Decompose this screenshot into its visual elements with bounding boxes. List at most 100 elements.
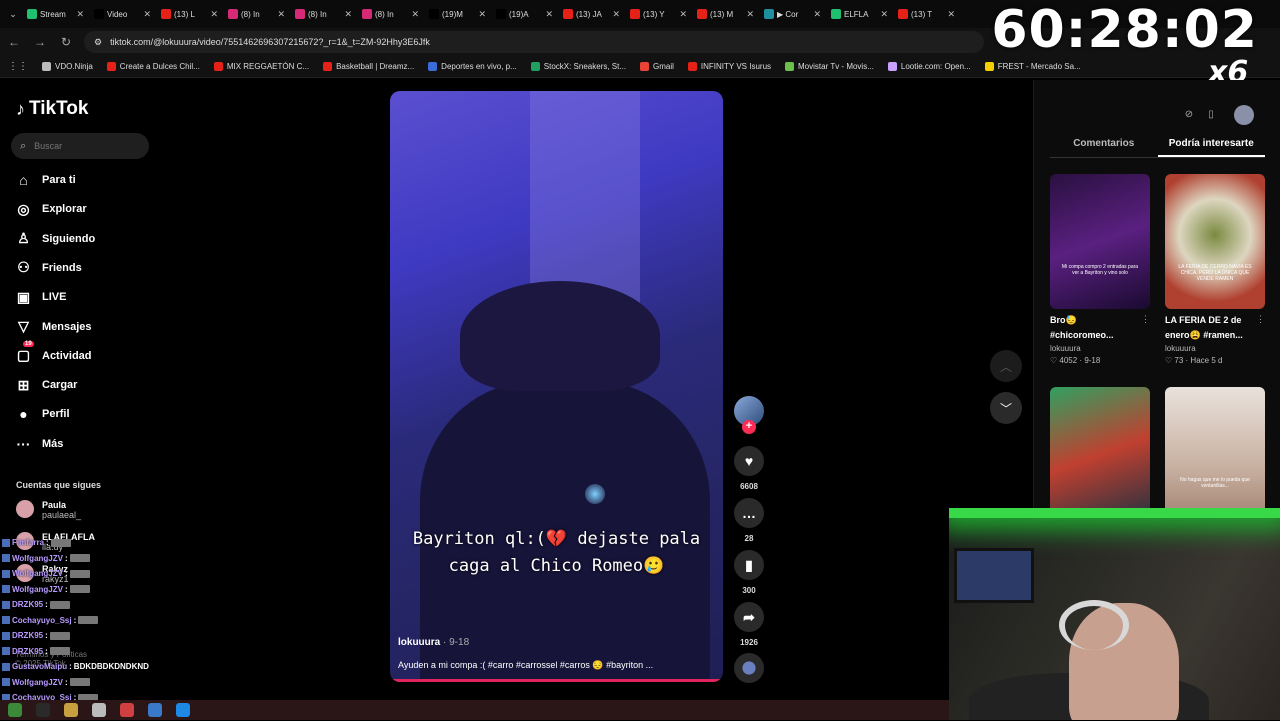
browser-tab[interactable]: ELFLA ✕ — [826, 3, 893, 25]
browser-tab[interactable]: Video ✕ — [89, 3, 156, 25]
browser-tab[interactable]: (8) In ✕ — [290, 3, 357, 25]
sidebar-item-cargar[interactable]: ⊞ Cargar — [15, 374, 77, 396]
taskbar-app-icon[interactable] — [120, 703, 134, 717]
taskbar-app-icon[interactable] — [64, 703, 78, 717]
previous-video-button[interactable]: ︿ — [990, 350, 1022, 382]
browser-tab[interactable]: (8) In ✕ — [223, 3, 290, 25]
search-box[interactable]: ⌕ — [11, 133, 149, 159]
bookmark-item[interactable]: Gmail — [640, 62, 674, 71]
sidebar-item-mensajes[interactable]: ▽ Mensajes — [15, 316, 92, 338]
card-title[interactable]: Bro😓 #chicoromeo... — [1050, 313, 1140, 343]
close-icon[interactable]: ✕ — [880, 9, 888, 20]
sidebar-item-friends[interactable]: ⚇ Friends — [15, 257, 82, 279]
more-options-icon[interactable]: ⋮ — [1141, 314, 1150, 325]
back-icon[interactable]: ← — [6, 35, 22, 49]
following-account[interactable]: Paula paulaeal_ — [16, 500, 81, 520]
browser-tab[interactable]: (19)M ✕ — [424, 3, 491, 25]
browser-tab[interactable]: (8) In ✕ — [357, 3, 424, 25]
browser-tab[interactable]: ▶ Cor ✕ — [759, 3, 826, 25]
card-title[interactable]: LA FERIA DE 2 de enero😩 #ramen... — [1165, 313, 1255, 343]
forward-icon[interactable]: → — [32, 35, 48, 49]
tab-search-chevron-icon[interactable]: ⌄ — [4, 9, 22, 20]
device-icon[interactable]: ▯ — [1202, 105, 1220, 123]
search-input[interactable] — [34, 141, 134, 151]
close-icon[interactable]: ✕ — [277, 9, 285, 20]
close-icon[interactable]: ✕ — [612, 9, 620, 20]
sidebar-item-para-ti[interactable]: ⌂ Para ti — [15, 169, 76, 191]
close-icon[interactable]: ✕ — [411, 9, 419, 20]
sidebar-item-explorar[interactable]: ◎ Explorar — [15, 198, 87, 220]
video-thumbnail[interactable]: LA FERIA DE CERRO NAVIA ES CHICA, PERO L… — [1165, 174, 1265, 309]
video-thumbnail[interactable]: No hagas que me lo pueda que ventanillas… — [1165, 387, 1265, 522]
browser-tab[interactable]: (13) Y ✕ — [625, 3, 692, 25]
close-icon[interactable]: ✕ — [76, 9, 84, 20]
browser-tab[interactable]: (19)A ✕ — [491, 3, 558, 25]
taskbar-app-icon[interactable] — [36, 703, 50, 717]
sidebar-item-más[interactable]: ··· Más — [15, 433, 63, 455]
reload-icon[interactable]: ↻ — [58, 35, 74, 49]
browser-tab[interactable]: (13) T ✕ — [893, 3, 960, 25]
sound-disc-icon[interactable] — [734, 653, 764, 683]
suggested-video-card[interactable]: Mi compa compro 2 entradas para ver a Ba… — [1050, 174, 1150, 365]
close-icon[interactable]: ✕ — [947, 9, 955, 20]
bookmark-item[interactable]: Create a Dulces Chil... — [107, 62, 200, 71]
bookmark-item[interactable]: VDO.Ninja — [42, 62, 93, 71]
bookmark-item[interactable]: Deportes en vivo, p... — [428, 62, 517, 71]
comment-icon[interactable]: … — [734, 498, 764, 528]
close-icon[interactable]: ✕ — [679, 9, 687, 20]
url-field[interactable]: ⚙ tiktok.com/@lokuuura/video/75514626963… — [84, 31, 984, 53]
close-icon[interactable]: ✕ — [478, 9, 486, 20]
sidebar-item-perfil[interactable]: ● Perfil — [15, 403, 70, 425]
browser-tab[interactable]: (13) JA ✕ — [558, 3, 625, 25]
url-text[interactable]: tiktok.com/@lokuuura/video/7551462696307… — [110, 37, 430, 47]
sidebar-item-actividad[interactable]: ▢19 Actividad — [15, 345, 92, 367]
taskbar-app-icon[interactable] — [148, 703, 162, 717]
tab-suggested[interactable]: Podría interesarte — [1158, 132, 1266, 157]
next-video-button[interactable]: ﹀ — [990, 392, 1022, 424]
follow-plus-button[interactable]: + — [742, 420, 756, 434]
comment-action[interactable]: … 28 — [734, 498, 764, 543]
tab-comments[interactable]: Comentarios — [1050, 132, 1158, 157]
close-icon[interactable]: ✕ — [344, 9, 352, 20]
video-thumbnail[interactable]: Mi compa compro 2 entradas para ver a Ba… — [1050, 174, 1150, 309]
video-progress-bar[interactable] — [390, 679, 723, 682]
suggested-video-card[interactable]: LA FERIA DE CERRO NAVIA ES CHICA, PERO L… — [1165, 174, 1265, 365]
close-icon[interactable]: ✕ — [813, 9, 821, 20]
share-icon[interactable]: ➦ — [734, 602, 764, 632]
coin-icon[interactable]: ⊘ — [1180, 105, 1198, 123]
close-icon[interactable]: ✕ — [746, 9, 754, 20]
bookmark-icon[interactable]: ▮ — [734, 550, 764, 580]
video-player[interactable]: Bayriton ql:(💔 dejaste pala caga al Chic… — [390, 91, 723, 682]
browser-tab[interactable]: Stream ✕ — [22, 3, 89, 25]
video-description[interactable]: Ayuden a mi compa :( #carro #carrossel #… — [398, 660, 653, 671]
tiktok-logo[interactable]: ♪ TikTok — [16, 98, 88, 120]
like-action[interactable]: ♥ 6608 — [734, 446, 764, 491]
heart-icon[interactable]: ♥ — [734, 446, 764, 476]
apps-grid-icon[interactable]: ⋮⋮ — [8, 61, 28, 72]
card-author[interactable]: lokuuura — [1050, 344, 1150, 353]
bookmark-item[interactable]: StockX: Sneakers, St... — [531, 62, 626, 71]
save-action[interactable]: ▮ 300 — [734, 550, 764, 595]
browser-tab[interactable]: (13) L ✕ — [156, 3, 223, 25]
card-author[interactable]: lokuuura — [1165, 344, 1265, 353]
site-info-icon[interactable]: ⚙ — [94, 37, 102, 48]
video-author-name[interactable]: lokuuura — [398, 637, 440, 648]
bookmark-item[interactable]: INFINITY VS Isurus — [688, 62, 771, 71]
sidebar-item-live[interactable]: ▣ LIVE — [15, 286, 66, 308]
suggested-video-card[interactable]: No hagas que me lo pueda que ventanillas… — [1165, 387, 1265, 522]
share-action[interactable]: ➦ 1926 — [734, 602, 764, 647]
bookmark-item[interactable]: Lootie.com: Open... — [888, 62, 971, 71]
close-icon[interactable]: ✕ — [210, 9, 218, 20]
close-icon[interactable]: ✕ — [143, 9, 151, 20]
taskbar-app-icon[interactable] — [176, 703, 190, 717]
bookmark-item[interactable]: MIX REGGAETÓN C... — [214, 62, 309, 71]
user-avatar[interactable] — [1234, 105, 1254, 125]
suggested-video-card[interactable] — [1050, 387, 1150, 522]
video-thumbnail[interactable] — [1050, 387, 1150, 522]
bookmark-item[interactable]: FREST - Mercado Sa... — [985, 62, 1081, 71]
taskbar-app-icon[interactable] — [92, 703, 106, 717]
close-icon[interactable]: ✕ — [545, 9, 553, 20]
browser-tab[interactable]: (13) M ✕ — [692, 3, 759, 25]
bookmark-item[interactable]: Movistar Tv - Movis... — [785, 62, 874, 71]
sidebar-item-siguiendo[interactable]: ♙ Siguiendo — [15, 228, 95, 250]
